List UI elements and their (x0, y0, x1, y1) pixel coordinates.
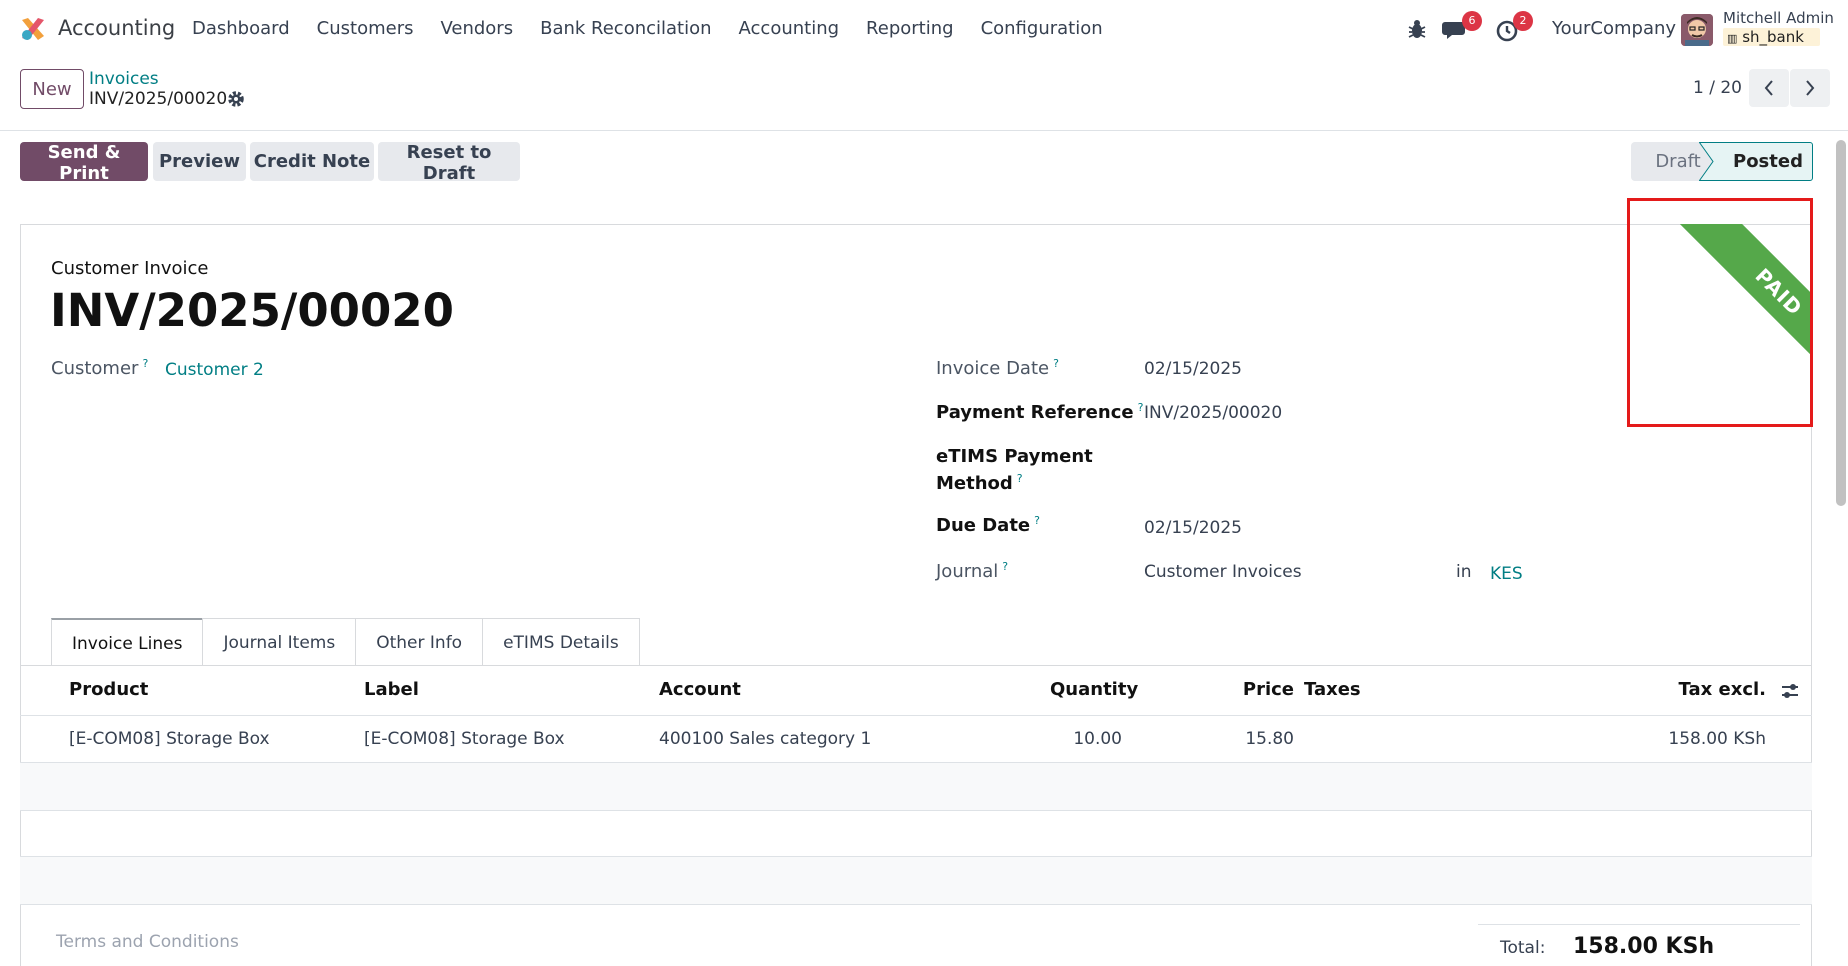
control-panel-divider (0, 130, 1848, 131)
etims-payment-method-label-line2: Method? (936, 472, 1023, 494)
journal-in-text: in (1456, 562, 1472, 582)
chevron-left-icon (1764, 80, 1773, 96)
notebook-tabs: Invoice Lines Journal Items Other Info e… (51, 618, 640, 666)
menu-dashboard[interactable]: Dashboard (192, 18, 290, 39)
menu-accounting[interactable]: Accounting (739, 18, 840, 39)
row-price[interactable]: 15.80 (1220, 729, 1294, 749)
row-account[interactable]: 400100 Sales category 1 (659, 729, 871, 749)
activities-badge: 2 (1513, 11, 1533, 31)
tabs-underline (20, 665, 1812, 666)
payment-reference-label: Payment Reference? (936, 401, 1144, 423)
payment-reference-field[interactable]: INV/2025/00020 (1144, 403, 1282, 423)
breadcrumb-current: INV/2025/00020 (89, 89, 228, 109)
tab-other-info[interactable]: Other Info (355, 618, 484, 666)
customer-label: Customer? (51, 357, 149, 379)
tab-journal-items[interactable]: Journal Items (202, 618, 357, 666)
status-posted[interactable]: Posted (1709, 142, 1813, 181)
journal-label: Journal? (936, 560, 1009, 582)
top-navbar: Accounting Dashboard Customers Vendors B… (0, 0, 1848, 58)
database-badge: ▥ sh_bank (1723, 28, 1820, 46)
highlight-annotation (1627, 198, 1813, 427)
terms-and-conditions-field[interactable]: Terms and Conditions (56, 932, 239, 952)
total-divider (1478, 924, 1800, 925)
reset-to-draft-button[interactable]: Reset to Draft (378, 142, 520, 184)
accounting-app-icon[interactable] (20, 16, 46, 42)
column-account[interactable]: Account (659, 679, 741, 700)
total-label: Total: (1500, 938, 1546, 958)
credit-note-button[interactable]: Credit Note (250, 142, 374, 181)
row-divider (20, 810, 1812, 811)
invoice-number-title: INV/2025/00020 (50, 284, 454, 337)
row-subtotal: 158.00 KSh (1668, 729, 1766, 749)
menu-reporting[interactable]: Reporting (866, 18, 954, 39)
invoice-date-label: Invoice Date? (936, 357, 1059, 379)
user-avatar[interactable] (1681, 14, 1713, 46)
column-tax-excl[interactable]: Tax excl. (1650, 679, 1766, 700)
main-menu: Dashboard Customers Vendors Bank Reconci… (192, 18, 1103, 39)
row-quantity[interactable]: 10.00 (1050, 729, 1122, 749)
optional-columns-icon[interactable] (1780, 681, 1800, 701)
tab-etims-details[interactable]: eTIMS Details (482, 618, 640, 666)
page-scrollbar[interactable] (1836, 140, 1846, 506)
user-name[interactable]: Mitchell Admin (1723, 9, 1834, 27)
gear-icon[interactable] (226, 89, 246, 109)
row-label[interactable]: [E-COM08] Storage Box (364, 729, 565, 749)
preview-button[interactable]: Preview (153, 142, 246, 181)
document-type: Customer Invoice (51, 258, 209, 279)
journal-field[interactable]: Customer Invoices (1144, 562, 1302, 582)
debug-bug-icon[interactable] (1407, 14, 1431, 44)
menu-bank-reconcilation[interactable]: Bank Reconcilation (540, 18, 711, 39)
pager-value[interactable]: 1 / 20 (1693, 78, 1742, 98)
messages-badge: 6 (1462, 11, 1482, 31)
pager-previous-button[interactable] (1749, 69, 1789, 107)
menu-configuration[interactable]: Configuration (981, 18, 1103, 39)
etims-payment-method-label-line1: eTIMS Payment (936, 446, 1093, 467)
activities-clock-icon[interactable]: 2 (1496, 11, 1536, 44)
column-price[interactable]: Price (1220, 679, 1294, 700)
app-name[interactable]: Accounting (58, 16, 175, 40)
database-name: sh_bank (1742, 28, 1804, 46)
empty-row (20, 857, 1812, 904)
currency-field[interactable]: KES (1490, 564, 1523, 584)
due-date-field[interactable]: 02/15/2025 (1144, 518, 1242, 538)
tab-invoice-lines[interactable]: Invoice Lines (51, 618, 204, 666)
status-bar: Draft Posted (1631, 142, 1813, 181)
database-icon: ▥ (1727, 32, 1738, 45)
breadcrumb-invoices[interactable]: Invoices (89, 69, 159, 89)
customer-field[interactable]: Customer 2 (165, 360, 264, 380)
chevron-right-icon (1806, 80, 1815, 96)
messages-icon[interactable]: 6 (1442, 11, 1482, 44)
total-amount: 158.00 KSh (1573, 934, 1715, 959)
pager-next-button[interactable] (1790, 69, 1830, 107)
column-quantity[interactable]: Quantity (1050, 679, 1138, 700)
column-product[interactable]: Product (69, 679, 148, 700)
menu-customers[interactable]: Customers (317, 18, 414, 39)
column-taxes[interactable]: Taxes (1304, 679, 1361, 700)
empty-row (20, 763, 1812, 810)
new-button[interactable]: New (20, 69, 84, 109)
column-label[interactable]: Label (364, 679, 419, 700)
company-switcher[interactable]: YourCompany (1552, 18, 1676, 39)
row-product[interactable]: [E-COM08] Storage Box (69, 729, 270, 749)
header-divider (20, 715, 1812, 716)
send-print-button[interactable]: Send & Print (20, 142, 148, 184)
due-date-label: Due Date? (936, 514, 1040, 536)
row-divider (20, 904, 1812, 905)
menu-vendors[interactable]: Vendors (440, 18, 513, 39)
invoice-date-field[interactable]: 02/15/2025 (1144, 359, 1242, 379)
